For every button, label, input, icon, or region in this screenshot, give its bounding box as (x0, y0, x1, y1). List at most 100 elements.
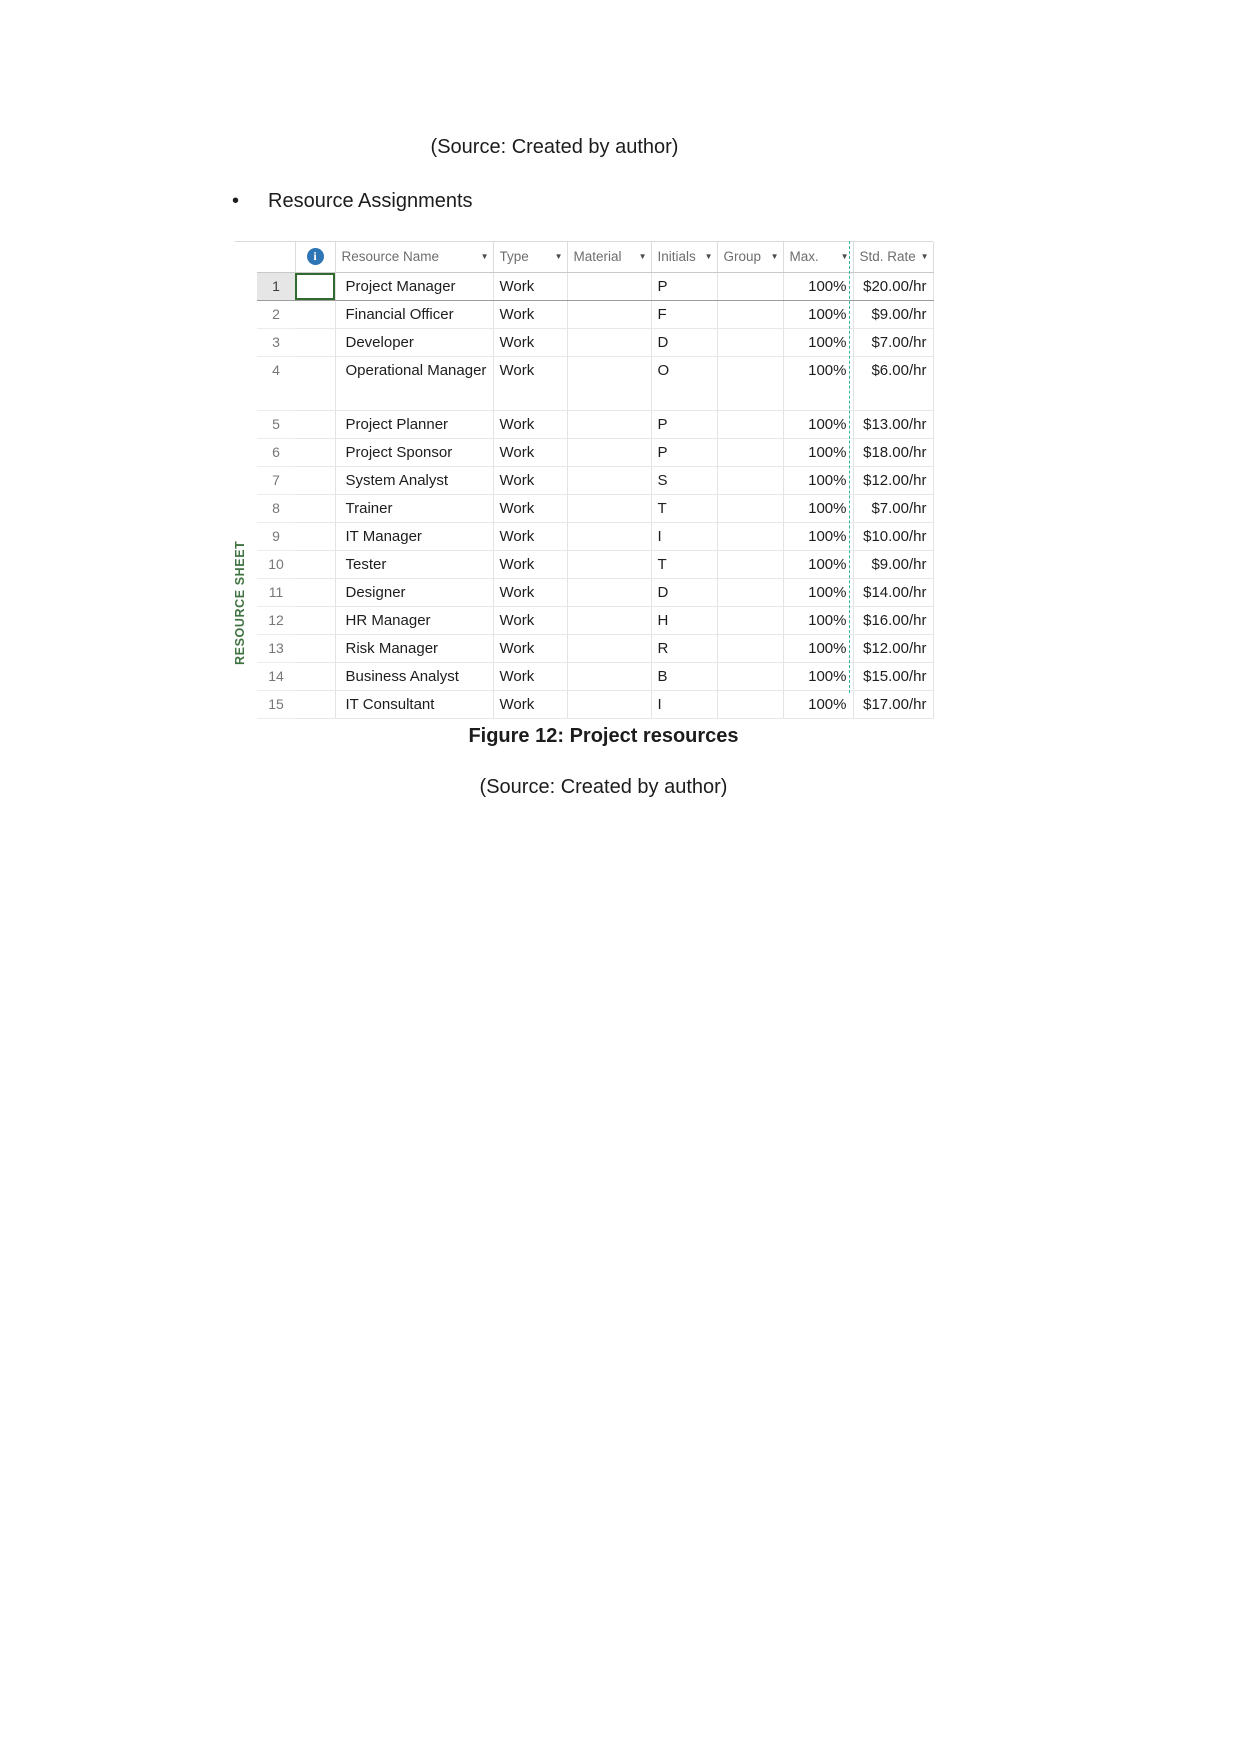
type-cell[interactable]: Work (493, 550, 568, 579)
resource-name-cell[interactable]: Business Analyst (335, 662, 494, 691)
initials-cell[interactable]: P (651, 438, 718, 467)
max-units-cell[interactable]: 100% (783, 634, 854, 663)
chevron-down-icon[interactable]: ▼ (841, 242, 849, 272)
type-cell[interactable]: Work (493, 522, 568, 551)
initials-cell[interactable]: T (651, 550, 718, 579)
std-rate-cell[interactable]: $13.00/hr (853, 410, 934, 439)
initials-cell[interactable]: I (651, 690, 718, 719)
indicator-column-header[interactable]: i (295, 242, 336, 273)
resource-name-cell[interactable]: Project Manager (335, 272, 494, 301)
std-rate-cell[interactable]: $15.00/hr (853, 662, 934, 691)
type-cell[interactable]: Work (493, 606, 568, 635)
type-cell[interactable]: Work (493, 410, 568, 439)
group-cell[interactable] (717, 410, 784, 439)
resource-name-cell[interactable]: Operational Manager (335, 356, 494, 411)
max-units-cell[interactable]: 100% (783, 300, 854, 329)
table-row[interactable]: 8 Trainer Work T 100% $7.00/hr (257, 494, 934, 523)
max-units-cell[interactable]: 100% (783, 494, 854, 523)
resource-name-cell[interactable]: Risk Manager (335, 634, 494, 663)
max-units-cell[interactable]: 100% (783, 328, 854, 357)
material-cell[interactable] (567, 634, 652, 663)
initials-cell[interactable]: S (651, 466, 718, 495)
row-indicator-cell[interactable] (295, 410, 336, 439)
chevron-down-icon[interactable]: ▼ (639, 242, 647, 272)
max-units-cell[interactable]: 100% (783, 690, 854, 719)
column-header-group[interactable]: Group ▼ (717, 242, 784, 273)
type-cell[interactable]: Work (493, 494, 568, 523)
row-indicator-cell[interactable] (295, 494, 336, 523)
type-cell[interactable]: Work (493, 272, 568, 301)
resource-name-cell[interactable]: Tester (335, 550, 494, 579)
material-cell[interactable] (567, 272, 652, 301)
row-indicator-cell[interactable] (295, 634, 336, 663)
type-cell[interactable]: Work (493, 662, 568, 691)
table-row[interactable]: 7 System Analyst Work S 100% $12.00/hr (257, 466, 934, 495)
group-cell[interactable] (717, 438, 784, 467)
resource-name-cell[interactable]: Financial Officer (335, 300, 494, 329)
table-row[interactable]: 11 Designer Work D 100% $14.00/hr (257, 578, 934, 607)
material-cell[interactable] (567, 410, 652, 439)
std-rate-cell[interactable]: $17.00/hr (853, 690, 934, 719)
group-cell[interactable] (717, 634, 784, 663)
std-rate-cell[interactable]: $9.00/hr (853, 300, 934, 329)
std-rate-cell[interactable]: $14.00/hr (853, 578, 934, 607)
material-cell[interactable] (567, 494, 652, 523)
row-number-cell[interactable]: 1 (257, 272, 295, 301)
row-indicator-cell[interactable] (295, 356, 336, 411)
group-cell[interactable] (717, 272, 784, 301)
material-cell[interactable] (567, 300, 652, 329)
resource-name-cell[interactable]: Designer (335, 578, 494, 607)
group-cell[interactable] (717, 690, 784, 719)
material-cell[interactable] (567, 466, 652, 495)
row-number-cell[interactable]: 4 (257, 356, 295, 411)
initials-cell[interactable]: O (651, 356, 718, 411)
row-indicator-cell[interactable] (295, 466, 336, 495)
chevron-down-icon[interactable]: ▼ (555, 242, 563, 272)
row-indicator-cell[interactable] (295, 690, 336, 719)
initials-cell[interactable]: F (651, 300, 718, 329)
row-indicator-cell[interactable] (295, 522, 336, 551)
column-header-material[interactable]: Material ▼ (567, 242, 652, 273)
std-rate-cell[interactable]: $9.00/hr (853, 550, 934, 579)
max-units-cell[interactable]: 100% (783, 606, 854, 635)
chevron-down-icon[interactable]: ▼ (921, 242, 929, 272)
max-units-cell[interactable]: 100% (783, 356, 854, 411)
initials-cell[interactable]: P (651, 272, 718, 301)
material-cell[interactable] (567, 356, 652, 411)
initials-cell[interactable]: D (651, 578, 718, 607)
material-cell[interactable] (567, 550, 652, 579)
table-row[interactable]: 9 IT Manager Work I 100% $10.00/hr (257, 522, 934, 551)
material-cell[interactable] (567, 328, 652, 357)
row-indicator-cell[interactable] (295, 272, 336, 301)
row-indicator-cell[interactable] (295, 300, 336, 329)
initials-cell[interactable]: I (651, 522, 718, 551)
resource-name-cell[interactable]: Project Planner (335, 410, 494, 439)
resource-name-cell[interactable]: System Analyst (335, 466, 494, 495)
std-rate-cell[interactable]: $10.00/hr (853, 522, 934, 551)
row-number-cell[interactable]: 14 (257, 662, 295, 691)
row-indicator-cell[interactable] (295, 662, 336, 691)
std-rate-cell[interactable]: $12.00/hr (853, 634, 934, 663)
material-cell[interactable] (567, 438, 652, 467)
std-rate-cell[interactable]: $18.00/hr (853, 438, 934, 467)
row-number-cell[interactable]: 12 (257, 606, 295, 635)
table-row[interactable]: 14 Business Analyst Work B 100% $15.00/hr (257, 662, 934, 691)
chevron-down-icon[interactable]: ▼ (705, 242, 713, 272)
group-cell[interactable] (717, 494, 784, 523)
group-cell[interactable] (717, 300, 784, 329)
group-cell[interactable] (717, 578, 784, 607)
type-cell[interactable]: Work (493, 466, 568, 495)
table-row[interactable]: 3 Developer Work D 100% $7.00/hr (257, 328, 934, 357)
column-header-resource-name[interactable]: Resource Name ▼ (335, 242, 494, 273)
max-units-cell[interactable]: 100% (783, 522, 854, 551)
table-row[interactable]: 13 Risk Manager Work R 100% $12.00/hr (257, 634, 934, 663)
row-number-cell[interactable]: 5 (257, 410, 295, 439)
material-cell[interactable] (567, 662, 652, 691)
group-cell[interactable] (717, 328, 784, 357)
table-row[interactable]: 5 Project Planner Work P 100% $13.00/hr (257, 410, 934, 439)
std-rate-cell[interactable]: $7.00/hr (853, 494, 934, 523)
initials-cell[interactable]: D (651, 328, 718, 357)
max-units-cell[interactable]: 100% (783, 578, 854, 607)
row-number-cell[interactable]: 2 (257, 300, 295, 329)
resource-sheet-vertical-tab-label[interactable]: RESOURCE SHEET (233, 528, 249, 678)
